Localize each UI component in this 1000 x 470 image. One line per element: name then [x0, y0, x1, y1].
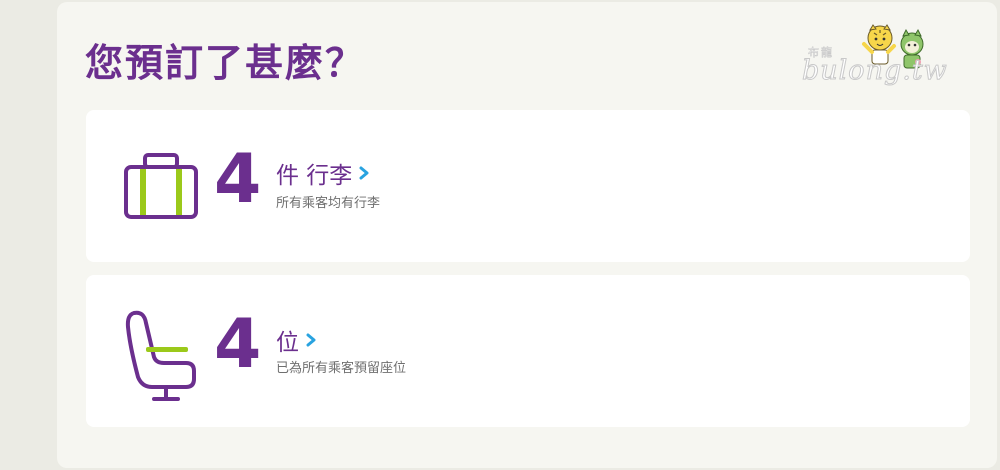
logo-text: bulong.tw	[802, 55, 948, 87]
seat-label-row[interactable]: 位	[276, 323, 317, 357]
page-title: 您預訂了甚麼？	[85, 41, 366, 85]
luggage-icon	[124, 153, 198, 219]
chevron-right-icon[interactable]	[305, 332, 317, 348]
seat-card[interactable]: 4 位 已為所有乘客預留座位	[86, 275, 970, 427]
seat-icon	[125, 310, 196, 401]
watermark-logo: 布龍 bulong.tw	[802, 22, 948, 88]
luggage-label-row[interactable]: 件 行李	[276, 156, 370, 190]
luggage-label: 件 行李	[276, 163, 353, 189]
seat-count: 4	[214, 305, 262, 384]
luggage-count: 4	[214, 140, 262, 219]
seat-subtext: 已為所有乘客預留座位	[276, 361, 407, 376]
chevron-right-icon[interactable]	[358, 165, 370, 181]
luggage-subtext: 所有乘客均有行李	[276, 196, 381, 211]
luggage-card[interactable]: 4 件 行李 所有乘客均有行李	[86, 110, 970, 262]
seat-label: 位	[276, 330, 299, 356]
booking-summary-panel: 您預訂了甚麼？ 布龍 bulong.tw 4 件 行李 所有乘客均有行李 4 位…	[57, 2, 997, 468]
